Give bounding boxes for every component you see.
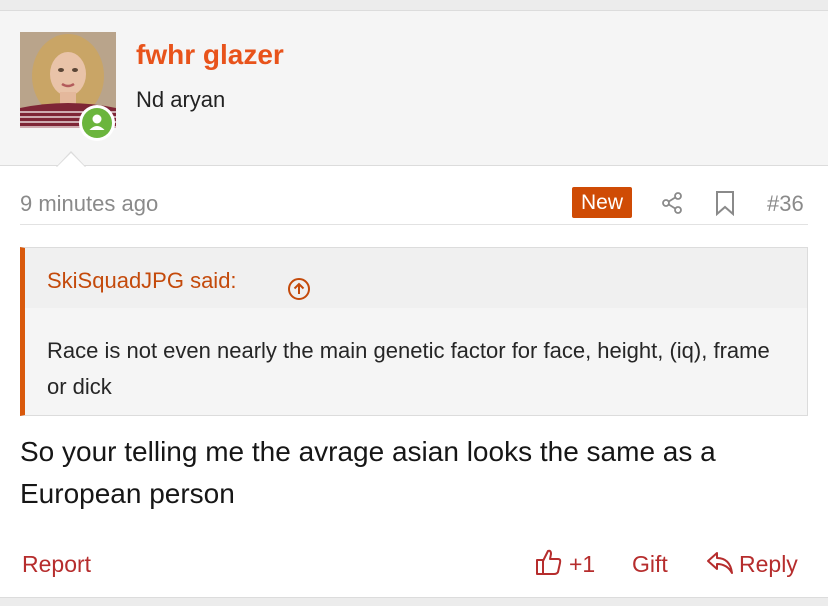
post-actions: Report +1 Gift Reply xyxy=(20,539,808,583)
arrow-up-circle-icon[interactable] xyxy=(287,277,311,306)
post-meta: 9 minutes ago New #36 xyxy=(20,187,808,225)
online-status-icon xyxy=(79,105,115,141)
quote-text: Race is not even nearly the main genetic… xyxy=(47,338,770,399)
username-link[interactable]: fwhr glazer xyxy=(136,39,284,71)
quote-author-link[interactable]: SkiSquadJPG said: xyxy=(47,268,237,294)
reply-arrow-icon xyxy=(707,552,733,574)
quote-header: SkiSquadJPG said: xyxy=(25,248,807,308)
new-badge: New xyxy=(572,187,633,218)
post-message: So your telling me the avrage asian look… xyxy=(20,436,716,509)
share-icon[interactable] xyxy=(660,191,684,220)
like-count: +1 xyxy=(569,551,596,577)
thumbs-up-icon xyxy=(536,549,562,575)
bookmark-icon[interactable] xyxy=(714,190,736,221)
forum-post: fwhr glazer Nd aryan 9 minutes ago New #… xyxy=(0,10,828,598)
reply-label: Reply xyxy=(739,551,798,577)
report-link[interactable]: Report xyxy=(22,551,91,578)
post-timestamp[interactable]: 9 minutes ago xyxy=(20,191,158,217)
gift-link[interactable]: Gift xyxy=(632,551,668,578)
post-number-link[interactable]: #36 xyxy=(767,191,804,217)
user-title: Nd aryan xyxy=(136,87,226,112)
user-block-pointer-inner xyxy=(57,153,85,167)
quote-block: SkiSquadJPG said: Race is not even nearl… xyxy=(20,247,808,416)
user-block: fwhr glazer Nd aryan xyxy=(0,11,828,167)
